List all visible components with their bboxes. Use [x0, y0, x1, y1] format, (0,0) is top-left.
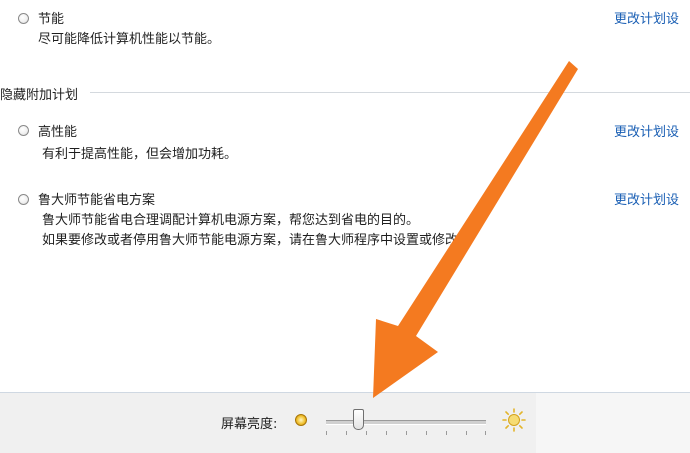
- power-saver-radio[interactable]: [18, 13, 29, 24]
- power-saver-change-settings-link[interactable]: 更改计划设: [614, 8, 679, 27]
- power-saver-description: 尽可能降低计算机性能以节能。: [38, 32, 221, 47]
- brightness-slider-thumb[interactable]: [352, 409, 364, 430]
- blurred-area: [536, 393, 690, 453]
- group-divider: [90, 92, 690, 93]
- high-performance-change-settings-link[interactable]: 更改计划设: [614, 121, 679, 140]
- ludashi-plan-name: 鲁大师节能省电方案: [38, 193, 156, 208]
- bright-sun-icon: [502, 408, 526, 432]
- high-performance-description: 有利于提高性能，但会增加功耗。: [42, 147, 238, 162]
- brightness-slider-track[interactable]: [326, 420, 486, 425]
- power-saver-name: 节能: [38, 12, 65, 27]
- dim-sun-icon: [295, 414, 307, 426]
- high-performance-name: 高性能: [38, 125, 78, 140]
- brightness-footer: 屏幕亮度:: [0, 393, 690, 453]
- high-performance-radio[interactable]: [18, 125, 29, 136]
- ludashi-plan-description-line2: 如果要修改或者停用鲁大师节能电源方案，请在鲁大师程序中设置或修改。: [42, 233, 472, 248]
- ludashi-plan-change-settings-link[interactable]: 更改计划设: [614, 189, 679, 208]
- power-plans-panel: 节能 尽可能降低计算机性能以节能。 更改计划设 隐藏附加计划 高性能 有利于提高…: [0, 0, 690, 392]
- brightness-label: 屏幕亮度:: [221, 417, 278, 432]
- hidden-plans-toggle[interactable]: 隐藏附加计划: [0, 84, 85, 103]
- ludashi-plan-description-line1: 鲁大师节能省电合理调配计算机电源方案，帮您达到省电的目的。: [42, 213, 420, 228]
- ludashi-plan-radio[interactable]: [18, 194, 29, 205]
- brightness-slider-ticks: [326, 431, 486, 435]
